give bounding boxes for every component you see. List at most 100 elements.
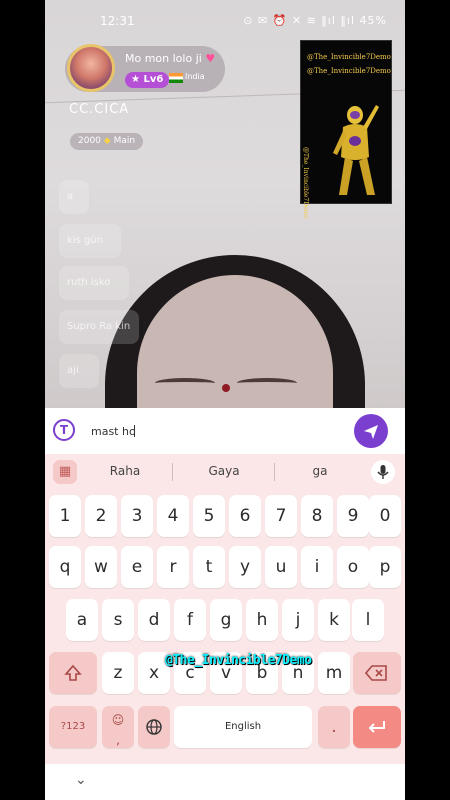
emoji-comma-key[interactable]: ☺ , (102, 706, 134, 748)
phone-screen: 12:31 ⊙ ✉ ⏰ ✕ ≋ ‖ıl ‖ıl 45% Mo mon lolo … (45, 0, 405, 800)
chat-bubble: kis gün (59, 224, 121, 258)
host-avatar[interactable] (67, 44, 115, 92)
microphone-icon (377, 465, 389, 479)
shift-key[interactable] (49, 652, 97, 694)
key-k[interactable]: k (318, 599, 350, 641)
key-y[interactable]: y (229, 546, 261, 588)
comma-label: , (116, 733, 120, 747)
key-w[interactable]: w (85, 546, 117, 588)
suggestion-strip: ▦ Raha Gaya ga (45, 454, 405, 490)
key-h[interactable]: h (246, 599, 278, 641)
watermark-card: @The_Invincible7Demo @The_Invincible7Dem… (300, 40, 392, 219)
key-m[interactable]: m (318, 652, 350, 694)
eyebrow-right (237, 378, 297, 388)
country-text: India (185, 72, 205, 81)
battery-level: 45% (359, 14, 387, 27)
key-1[interactable]: 1 (49, 495, 81, 537)
shift-icon (64, 664, 82, 681)
key-2[interactable]: 2 (85, 495, 117, 537)
chat-bubble: a (59, 180, 89, 214)
period-key[interactable]: . (318, 706, 350, 748)
coin-suffix: Main (113, 136, 136, 146)
coin-count: 2000 (78, 136, 101, 146)
india-flag-icon (169, 73, 183, 83)
key-s[interactable]: s (102, 599, 134, 641)
keyboard-menu-button[interactable]: ▦ (53, 460, 77, 484)
key-j[interactable]: j (282, 599, 314, 641)
suggestion-3[interactable]: ga (285, 464, 355, 478)
key-z[interactable]: z (102, 652, 134, 694)
eyebrow-left (155, 378, 215, 388)
key-p[interactable]: p (369, 546, 401, 588)
grid-icon: ▦ (58, 464, 72, 479)
card-handle-line-1: @The_Invincible7Demo (307, 53, 391, 61)
key-l[interactable]: l (352, 599, 384, 641)
chat-text: aji (67, 365, 79, 376)
key-7[interactable]: 7 (265, 495, 297, 537)
coin-count-pill[interactable]: 2000 ◆ Main (70, 133, 144, 150)
chat-text: ruth isko (67, 277, 111, 288)
key-d[interactable]: d (138, 599, 170, 641)
status-bar: 12:31 ⊙ ✉ ⏰ ✕ ≋ ‖ıl ‖ıl 45% (45, 14, 405, 34)
key-0[interactable]: 0 (369, 495, 401, 537)
chat-bubble: aji (59, 354, 99, 388)
backspace-key[interactable] (353, 652, 401, 694)
key-4[interactable]: 4 (157, 495, 189, 537)
suggestion-divider (274, 463, 275, 481)
key-6[interactable]: 6 (229, 495, 261, 537)
golden-figure-icon (333, 105, 379, 195)
status-icon-group: ⊙ ✉ ⏰ ✕ ≋ ‖ıl ‖ıl (243, 14, 356, 27)
backspace-icon (364, 665, 387, 681)
key-f[interactable]: f (174, 599, 206, 641)
key-a[interactable]: a (66, 599, 98, 641)
navigation-bar: ⌄ (45, 764, 405, 800)
key-9[interactable]: 9 (337, 495, 369, 537)
star-icon: ★ (131, 74, 140, 85)
paper-plane-icon (364, 425, 378, 439)
language-key[interactable] (138, 706, 170, 748)
key-o[interactable]: o (337, 546, 369, 588)
key-5[interactable]: 5 (193, 495, 225, 537)
chat-text: kis gün (67, 235, 103, 246)
message-input-bar: T (45, 408, 405, 454)
globe-icon (146, 719, 162, 735)
key-t[interactable]: t (193, 546, 225, 588)
status-time: 12:31 (100, 14, 135, 28)
host-id: CC.CICA (69, 102, 130, 117)
text-caret (134, 425, 135, 437)
heart-icon: ♥ (205, 52, 216, 65)
suggestion-2[interactable]: Gaya (189, 464, 259, 478)
key-3[interactable]: 3 (121, 495, 153, 537)
symbols-key[interactable]: ?123 (49, 706, 97, 748)
chat-text: Supro Ra kin (67, 321, 131, 332)
diamond-icon: ◆ (103, 136, 111, 146)
emoji-icon: ☺ (111, 713, 125, 727)
key-i[interactable]: i (301, 546, 333, 588)
level-badge: ★ Lv6 (125, 72, 170, 88)
bindi (222, 384, 230, 392)
message-input[interactable] (91, 420, 331, 442)
send-button[interactable] (354, 414, 388, 448)
status-icons: ⊙ ✉ ⏰ ✕ ≋ ‖ıl ‖ıl 45% (243, 14, 387, 27)
key-q[interactable]: q (49, 546, 81, 588)
host-name-text: Mo mon lolo ji (125, 52, 202, 65)
suggestion-divider (172, 463, 173, 481)
key-u[interactable]: u (265, 546, 297, 588)
app-logo-icon[interactable]: T (53, 419, 75, 441)
suggestion-1[interactable]: Raha (90, 464, 160, 478)
key-r[interactable]: r (157, 546, 189, 588)
chat-bubble: Supro Ra kin (59, 310, 139, 344)
hide-keyboard-chevron-icon[interactable]: ⌄ (75, 772, 87, 788)
watermark-handle: @The_Invincible7Demo (165, 653, 312, 668)
host-name: Mo mon lolo ji ♥ (125, 52, 215, 65)
space-key[interactable]: English (174, 706, 312, 748)
chat-text: a (67, 191, 74, 202)
key-e[interactable]: e (121, 546, 153, 588)
enter-key[interactable] (353, 706, 401, 748)
voice-input-button[interactable] (371, 460, 395, 484)
on-screen-keyboard: ▦ Raha Gaya ga 1 2 3 4 5 6 7 8 9 0 q w e… (45, 454, 405, 800)
enter-icon (368, 721, 385, 733)
key-g[interactable]: g (210, 599, 242, 641)
key-8[interactable]: 8 (301, 495, 333, 537)
card-handle-vertical: @The_Invincible7Demo (302, 147, 309, 219)
